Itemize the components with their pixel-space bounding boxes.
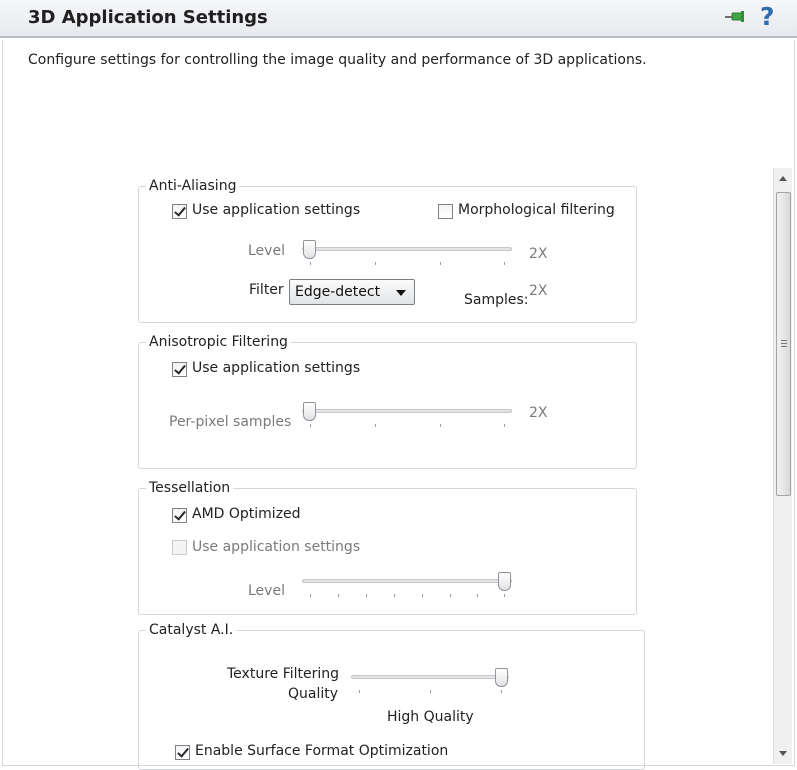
aa-level-slider[interactable] [302,240,512,270]
tess-level-slider[interactable] [302,572,512,602]
af-use-app-settings-checkbox[interactable] [172,362,187,377]
morphological-filtering-label[interactable]: Morphological filtering [458,202,615,218]
tess-level-label: Level [248,583,285,599]
filter-dropdown[interactable]: Edge-detect [289,279,415,305]
vertical-scrollbar[interactable] [773,168,792,764]
anti-aliasing-title: Anti-Aliasing [146,177,240,195]
surface-format-optimization-label[interactable]: Enable Surface Format Optimization [195,743,448,759]
tess-use-app-settings-label: Use application settings [192,539,361,555]
aa-level-slider-thumb[interactable] [303,240,316,259]
amd-optimized-label[interactable]: AMD Optimized [192,506,301,522]
page-title: 3D Application Settings [28,7,268,28]
scrollbar-thumb[interactable] [776,192,791,496]
scroll-up-button[interactable] [774,170,793,188]
per-pixel-samples-label: Per-pixel samples [169,414,292,430]
tess-use-app-settings-checkbox [172,540,187,555]
per-pixel-samples-slider[interactable] [302,402,512,432]
per-pixel-samples-value: 2X [529,405,548,421]
texture-filtering-quality-label-line1: Texture Filtering [227,666,340,682]
af-use-app-settings-label[interactable]: Use application settings [192,360,360,376]
catalyst-ai-title: Catalyst A.I. [146,621,237,639]
samples-value: 2X [529,283,548,299]
surface-format-optimization-checkbox[interactable] [175,745,190,760]
morphological-filtering-checkbox[interactable] [438,204,453,219]
scroll-down-button[interactable] [774,744,793,762]
tessellation-title: Tessellation [146,479,234,497]
texture-filtering-quality-value: High Quality [387,709,474,725]
texture-filtering-quality-label-line2: Quality [288,686,339,702]
texture-filtering-quality-slider[interactable] [351,668,509,698]
amd-optimized-checkbox[interactable] [172,508,187,523]
anisotropic-filtering-title: Anisotropic Filtering [146,333,291,351]
texture-filtering-quality-slider-thumb[interactable] [495,668,508,687]
samples-label: Samples: [464,292,529,308]
pin-icon[interactable] [724,8,748,26]
aa-level-label: Level [248,243,285,259]
aa-use-app-settings-label[interactable]: Use application settings [192,202,360,218]
per-pixel-samples-slider-thumb[interactable] [303,402,316,421]
tess-level-slider-thumb[interactable] [498,572,511,591]
filter-label: Filter [249,282,284,298]
page-description: Configure settings for controlling the i… [28,52,647,68]
header-bar: 3D Application Settings ? [0,0,797,38]
chevron-down-icon [396,290,406,296]
aa-level-value: 2X [529,246,548,262]
filter-dropdown-value: Edge-detect [295,284,381,300]
help-icon[interactable]: ? [760,3,780,31]
aa-use-app-settings-checkbox[interactable] [172,204,187,219]
